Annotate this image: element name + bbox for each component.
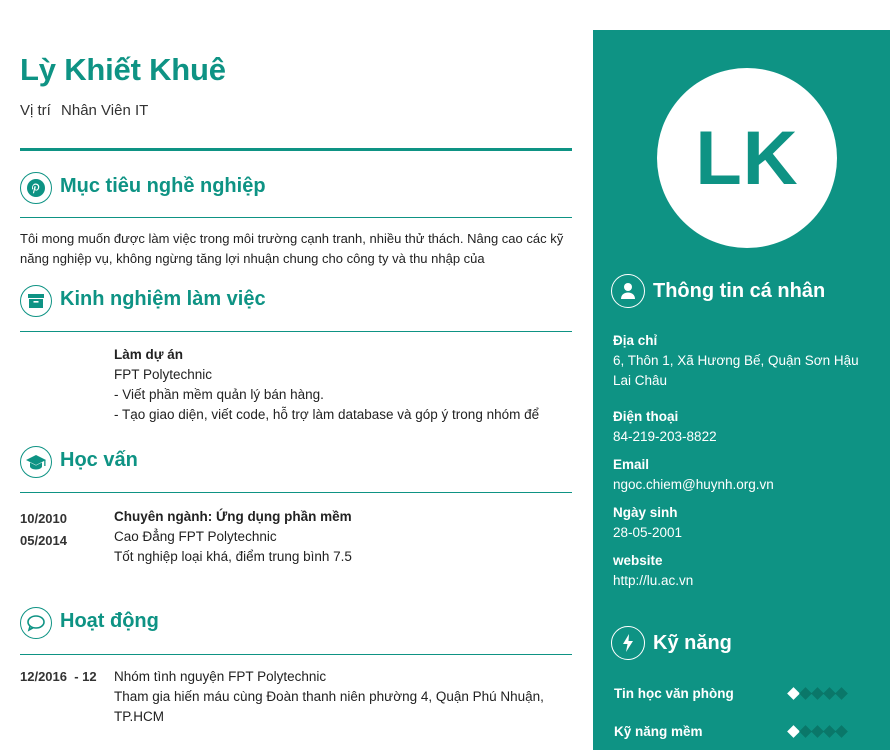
skills-title: Kỹ năng — [653, 632, 732, 654]
lightning-icon — [611, 626, 645, 660]
experience-line: - Viết phần mềm quản lý bán hàng. — [114, 387, 324, 402]
education-school: Cao Đẳng FPT Polytechnic — [114, 529, 277, 544]
objective-title: Mục tiêu nghề nghiệp — [60, 175, 266, 197]
graduation-cap-icon — [20, 446, 52, 478]
education-note: Tốt nghiệp loại khá, điểm trung bình 7.5 — [114, 549, 352, 564]
phone-label: Điện thoại — [613, 409, 679, 424]
skill-label: Kỹ năng mềm — [614, 724, 703, 739]
position-line: Vị trí Nhân Viên IT — [20, 102, 148, 119]
pinterest-icon — [20, 172, 52, 204]
objective-section-header: Mục tiêu nghề nghiệp — [20, 172, 572, 218]
skill-rating — [787, 725, 848, 738]
user-icon — [611, 274, 645, 308]
header-divider — [20, 148, 572, 151]
avatar-initials: LK — [695, 115, 799, 201]
email-label: Email — [613, 457, 650, 472]
rating-dot-filled — [787, 687, 800, 700]
website-block: website http://lu.ac.vn — [613, 551, 873, 591]
position-value: Nhân Viên IT — [61, 102, 149, 119]
activities-desc: Tham gia hiến máu cùng Đoàn thanh niên p… — [114, 689, 544, 724]
rating-dot-empty — [823, 725, 836, 738]
address-line: Lai Châu — [613, 373, 668, 388]
education-date-end: 05/2014 — [20, 533, 67, 548]
address-line: 6, Thôn 1, Xã Hương Bế, Quận Sơn Hậu — [613, 353, 859, 368]
phone-value: 84-219-203-8822 — [613, 429, 717, 444]
address-block: Địa chỉ 6, Thôn 1, Xã Hương Bế, Quận Sơn… — [613, 331, 873, 391]
chat-bubble-icon — [20, 607, 52, 639]
education-major: Chuyên ngành: Ứng dụng phần mềm — [114, 509, 352, 524]
activities-date: 12/2016 - 12 — [20, 669, 97, 684]
candidate-name: Lỳ Khiết Khuê — [20, 52, 226, 87]
skill-rating — [787, 687, 848, 700]
experience-line: - Tạo giao diện, viết code, hỗ trợ làm d… — [114, 407, 540, 422]
skill-label: Tin học văn phòng — [614, 686, 734, 701]
experience-company: FPT Polytechnic — [114, 367, 213, 382]
address-label: Địa chỉ — [613, 333, 658, 348]
personal-info-title: Thông tin cá nhân — [653, 280, 826, 302]
rating-dot-empty — [811, 687, 824, 700]
activities-section-header: Hoạt động — [20, 607, 572, 655]
rating-dot-empty — [835, 687, 848, 700]
activities-org: Nhóm tình nguyện FPT Polytechnic — [114, 669, 327, 684]
rating-dot-empty — [835, 725, 848, 738]
education-date-start: 10/2010 — [20, 511, 67, 526]
dob-block: Ngày sinh 28-05-2001 — [613, 503, 873, 543]
website-label: website — [613, 553, 663, 568]
skill-row: Kỹ năng mềm — [614, 724, 874, 739]
dob-label: Ngày sinh — [613, 505, 678, 520]
education-dates: 10/2010 05/2014 — [20, 507, 110, 551]
rating-dot-filled — [787, 725, 800, 738]
email-value: ngoc.chiem@huynh.org.vn — [613, 477, 774, 492]
avatar: LK — [657, 68, 837, 248]
education-section-header: Học vấn — [20, 446, 572, 493]
website-value: http://lu.ac.vn — [613, 573, 694, 588]
experience-role: Làm dự án — [114, 347, 184, 362]
rating-dot-empty — [811, 725, 824, 738]
rating-dot-empty — [799, 687, 812, 700]
rating-dot-empty — [823, 687, 836, 700]
skill-row: Tin học văn phòng — [614, 686, 874, 701]
experience-section-header: Kinh nghiệm làm việc — [20, 285, 572, 332]
education-title: Học vấn — [60, 449, 138, 471]
activities-title: Hoạt động — [60, 610, 159, 632]
objective-text: Tôi mong muốn được làm việc trong môi tr… — [20, 231, 564, 266]
dob-value: 28-05-2001 — [613, 525, 683, 540]
phone-block: Điện thoại 84-219-203-8822 — [613, 407, 873, 447]
sidebar: LK Thông tin cá nhân Địa chỉ 6, Thôn 1, … — [593, 30, 890, 750]
experience-title: Kinh nghiệm làm việc — [60, 288, 266, 310]
position-label: Vị trí — [20, 102, 51, 119]
archive-icon — [20, 285, 52, 317]
rating-dot-empty — [799, 725, 812, 738]
email-block: Email ngoc.chiem@huynh.org.vn — [613, 455, 873, 495]
